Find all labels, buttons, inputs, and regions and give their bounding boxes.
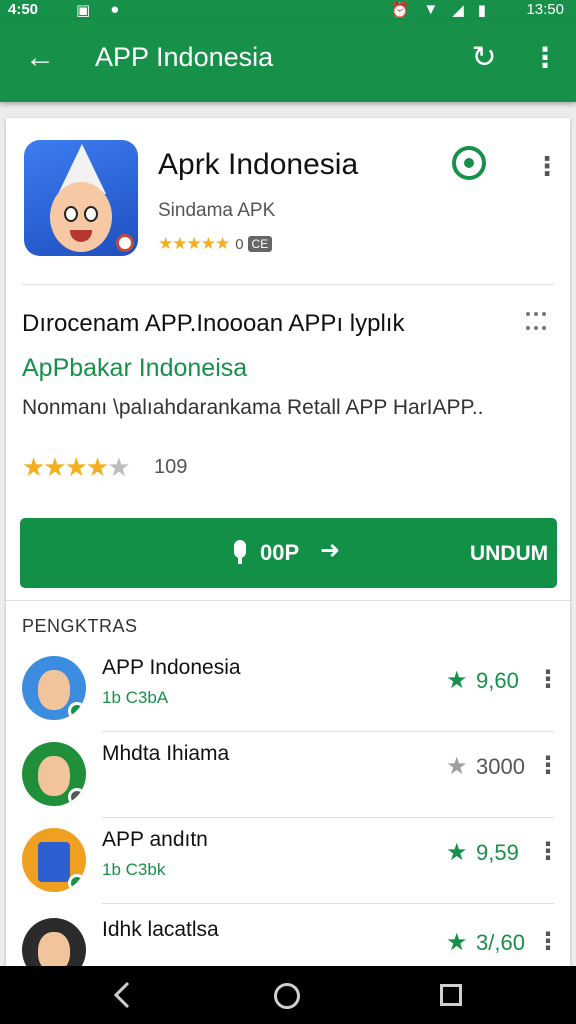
list-item-name: Mhdta Ihiama (102, 742, 230, 765)
app-title: Aprk Indonesia (158, 148, 359, 181)
battery-icon: ▮ (477, 2, 486, 19)
list-item-name: Idhk lacatlsa (102, 918, 219, 941)
list-item-name: APP Indonesia (102, 656, 241, 679)
list-item-sub: 1b C3bk (102, 860, 166, 879)
status-bar: 4:50 ▣ ● ⏰ ▼ ◢ ▮ 13:50 (0, 0, 576, 20)
wifi-icon: ▼ (423, 1, 439, 18)
header-overflow-icon[interactable]: ⋮ (534, 146, 560, 186)
arrow-right-icon: ➜ (320, 537, 341, 564)
app-bar: ← APP Indonesia ↻ ⋮ (0, 20, 576, 102)
list-item[interactable]: Mhdta Ihiama ★ 3000 ⋮ (6, 732, 570, 818)
list-item-score: 3/,60 (476, 930, 525, 955)
list-item-overflow-icon[interactable]: ⋮ (536, 836, 560, 868)
back-arrow-icon[interactable]: ← (22, 40, 58, 76)
app-rating: ★★★★★ 0 CE (158, 234, 273, 254)
description-subtitle[interactable]: ApPbakar Indoneisa (22, 354, 247, 383)
app-avatar (22, 742, 86, 806)
content-rating-badge: CE (247, 236, 273, 252)
list-item-score: 9,60 (476, 668, 519, 693)
divider (6, 600, 570, 601)
app-icon (24, 140, 138, 256)
list-item[interactable]: APP andıtn 1b C3bk ★ 9,59 ⋮ (6, 818, 570, 904)
install-size: 00P (260, 540, 300, 565)
description-body: Nonmanı \palıahdarankama Retall APP HarI… (22, 396, 484, 419)
description-rating-stars: ★★★★★ (22, 452, 131, 482)
description-rating-count: 109 (154, 456, 188, 478)
signal-icon: ◢ (452, 2, 464, 19)
star-icon: ★ (446, 753, 468, 780)
app-avatar (22, 828, 86, 892)
list-item-overflow-icon[interactable]: ⋮ (536, 664, 560, 696)
star-icon: ★ (446, 929, 468, 956)
list-item-score: 3000 (476, 754, 525, 779)
list-item-sub: 1b C3bA (102, 688, 169, 707)
nav-recents-icon[interactable] (440, 984, 462, 1006)
mic-icon (232, 540, 248, 566)
star-icon: ★ (446, 667, 468, 694)
notification-icon: ● (110, 1, 120, 18)
list-item-overflow-icon[interactable]: ⋮ (536, 926, 560, 958)
list-item-score: 9,59 (476, 840, 519, 865)
nav-home-icon[interactable] (274, 983, 300, 1009)
description-title: Dırocenam APP.Inoooan APPı lyplık (22, 310, 405, 337)
related-section-title: PENGKTRAS (22, 616, 138, 636)
status-time-right: 13:50 (526, 1, 564, 18)
divider (22, 284, 554, 285)
grid-dots-icon[interactable] (526, 312, 550, 336)
rating-count: 0 (235, 235, 244, 253)
app-developer[interactable]: Sindama APK (158, 200, 275, 222)
wishlist-icon[interactable] (452, 146, 486, 180)
system-nav-bar (0, 966, 576, 1024)
list-item[interactable]: APP Indonesia 1b C3bA ★ 9,60 ⋮ (6, 646, 570, 732)
gallery-icon: ▣ (76, 2, 91, 19)
install-button[interactable]: 00P ➜ UNDUM (20, 518, 557, 588)
app-detail-card: Aprk Indonesia Sindama APK ★★★★★ 0 CE ⋮ … (6, 118, 570, 982)
install-label: UNDUM (470, 542, 549, 565)
overflow-menu-icon[interactable]: ⋮ (530, 40, 560, 76)
list-item-overflow-icon[interactable]: ⋮ (536, 750, 560, 782)
list-item-name: APP andıtn (102, 828, 208, 851)
app-avatar (22, 656, 86, 720)
star-icon: ★ (446, 839, 468, 866)
nav-back-icon[interactable] (108, 980, 136, 1010)
refresh-icon[interactable]: ↻ (466, 40, 502, 76)
alarm-icon: ⏰ (390, 2, 410, 19)
rating-stars: ★★★★★ (158, 234, 230, 253)
page-title: APP Indonesia (95, 42, 274, 72)
status-time-left: 4:50 (8, 1, 39, 18)
